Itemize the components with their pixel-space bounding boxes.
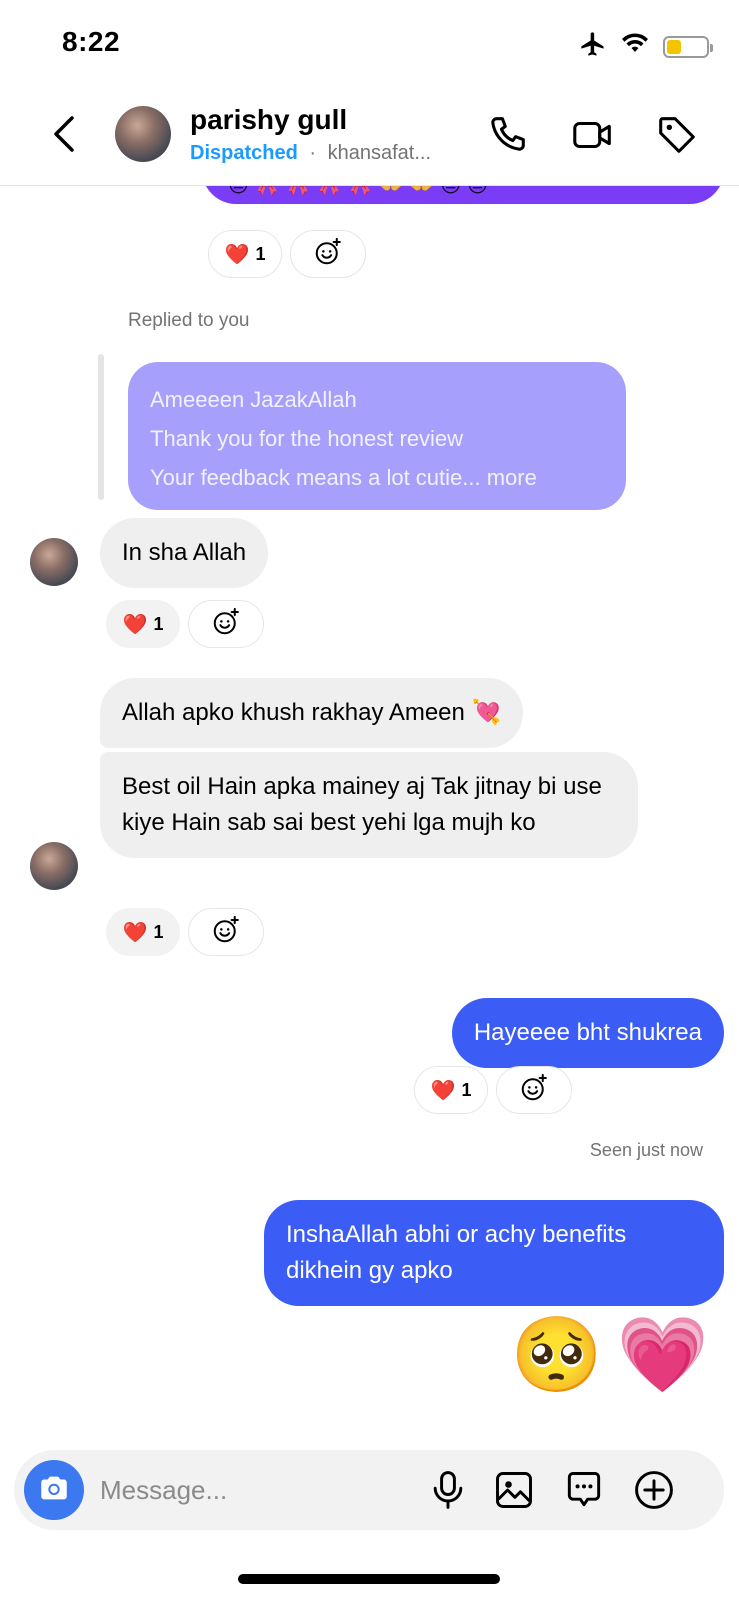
reaction-count: 1 (153, 921, 164, 942)
message-bubble-outgoing[interactable]: 😔🎀🎀🎀🎀👐👐😔😔 (202, 186, 724, 204)
emoji-message[interactable]: 🥺 💗 (511, 1310, 709, 1400)
reply-line-2: Thank you for the honest review (150, 426, 464, 451)
heart-icon: ❤️ (430, 1079, 456, 1102)
message-input[interactable] (100, 1468, 420, 1512)
message-bubble-incoming[interactable]: Best oil Hain apka mainey aj Tak jitnay … (100, 752, 638, 858)
heart-reaction[interactable]: ❤️ 1 (414, 1066, 488, 1114)
message-text: In sha Allah (122, 539, 247, 566)
message-text: Hayeeee bht shukrea (473, 1019, 702, 1046)
add-reaction-button[interactable] (188, 908, 264, 956)
camera-icon (37, 1471, 71, 1510)
add-emoji-icon (313, 237, 343, 272)
gallery-icon[interactable] (492, 1468, 536, 1512)
contact-name[interactable]: parishy gull (190, 104, 347, 136)
message-text: Allah apko khush rakhay Ameen 💘 (122, 699, 502, 726)
message-text: InshaAllah abhi or achy benefits dikhein… (286, 1221, 627, 1284)
dispatched-label: Dispatched (190, 142, 298, 164)
status-icons (579, 30, 713, 63)
contact-handle: khansafat... (327, 142, 432, 164)
heart-reaction[interactable]: ❤️ 1 (208, 230, 282, 278)
message-thread[interactable]: 😔🎀🎀🎀🎀👐👐😔😔 ❤️ 1 Replied to you Ameeeen Ja… (0, 186, 739, 1446)
message-composer (14, 1450, 724, 1530)
reply-line-3: Your feedback means a lot cutie... more (150, 465, 537, 490)
message-text: Best oil Hain apka mainey aj Tak jitnay … (122, 773, 602, 836)
reaction-count: 1 (461, 1079, 472, 1100)
tag-icon[interactable] (654, 112, 700, 158)
message-bubble-incoming[interactable]: Allah apko khush rakhay Ameen 💘 (100, 678, 524, 748)
add-reaction-button[interactable] (188, 600, 264, 648)
chat-header: parishy gull Dispatched · khansafat... (0, 96, 739, 186)
wifi-icon (621, 32, 649, 61)
emoji-text: 😔🎀🎀🎀🎀👐👐😔😔 (228, 186, 494, 197)
contact-subtitle: Dispatched · khansafat... (190, 142, 431, 165)
message-bubble-incoming[interactable]: In sha Allah (100, 518, 269, 588)
camera-button[interactable] (24, 1460, 84, 1520)
quoted-reply-bubble[interactable]: Ameeeen JazakAllah Thank you for the hon… (128, 362, 626, 510)
plus-icon[interactable] (632, 1468, 676, 1512)
add-emoji-icon (211, 607, 241, 642)
add-reaction-button[interactable] (496, 1066, 572, 1114)
status-bar: 8:22 (0, 0, 739, 90)
reaction-count: 1 (255, 243, 266, 264)
sender-avatar[interactable] (30, 842, 78, 890)
separator: · (309, 142, 317, 164)
message-bubble-outgoing[interactable]: Hayeeee bht shukrea (451, 998, 724, 1068)
video-camera-icon[interactable] (570, 112, 616, 158)
message-bubble-outgoing[interactable]: InshaAllah abhi or achy benefits dikhein… (264, 1200, 724, 1306)
seen-status: Seen just now (589, 1140, 703, 1160)
growing-heart-emoji: 💗 (616, 1313, 709, 1396)
sender-avatar[interactable] (30, 538, 78, 586)
heart-icon: ❤️ (122, 921, 148, 944)
add-emoji-icon (519, 1073, 549, 1108)
add-emoji-icon (211, 915, 241, 950)
heart-icon: ❤️ (122, 613, 148, 636)
contact-avatar[interactable] (115, 106, 171, 162)
heart-reaction[interactable]: ❤️ 1 (106, 908, 180, 956)
reaction-count: 1 (153, 613, 164, 634)
back-chevron-icon[interactable] (46, 114, 86, 154)
replied-label: Replied to you (128, 310, 250, 331)
add-reaction-button[interactable] (290, 230, 366, 278)
pleading-face-emoji: 🥺 (510, 1313, 603, 1396)
status-time: 8:22 (62, 26, 121, 57)
sticker-chat-icon[interactable] (562, 1468, 606, 1512)
reply-line-1: Ameeeen JazakAllah (150, 387, 357, 412)
phone-icon[interactable] (484, 112, 530, 158)
heart-reaction[interactable]: ❤️ 1 (106, 600, 180, 648)
microphone-icon[interactable] (426, 1468, 470, 1512)
reply-indicator-line (98, 354, 104, 500)
airplane-icon (579, 30, 607, 63)
heart-icon: ❤️ (224, 243, 250, 266)
battery-icon (663, 35, 713, 58)
home-indicator[interactable] (238, 1574, 500, 1584)
